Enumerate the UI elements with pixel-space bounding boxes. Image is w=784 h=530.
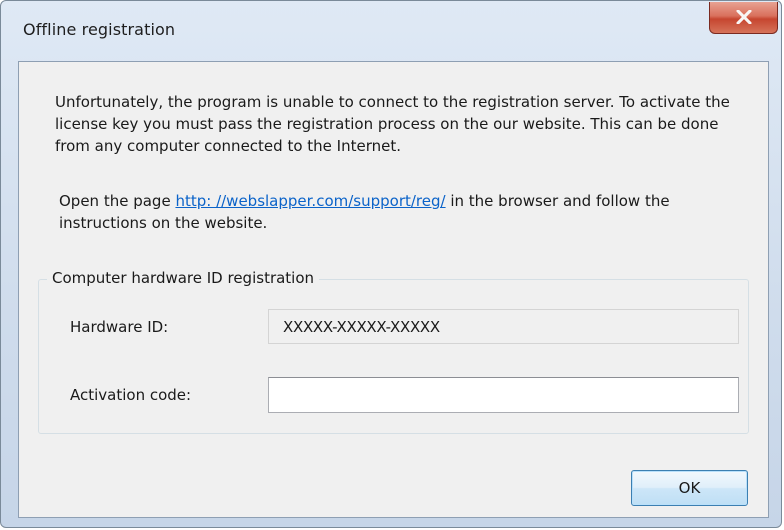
window-title: Offline registration [23, 20, 176, 39]
instructions-prefix: Open the page [59, 192, 176, 210]
activation-code-input[interactable] [268, 377, 739, 413]
hardware-id-value: XXXXX-XXXXX-XXXXX [283, 318, 440, 336]
hardware-id-field: XXXXX-XXXXX-XXXXX [268, 309, 739, 344]
groupbox-legend: Computer hardware ID registration [47, 269, 320, 287]
intro-message: Unfortunately, the program is unable to … [55, 93, 730, 155]
ok-button[interactable]: OK [631, 470, 748, 506]
registration-link[interactable]: http: //webslapper.com/support/reg/ [175, 192, 445, 210]
close-x-icon [736, 10, 752, 24]
title-bar[interactable]: Offline registration [1, 1, 781, 61]
hardware-id-label: Hardware ID: [70, 318, 169, 336]
activation-code-label: Activation code: [70, 386, 192, 404]
dialog-client-area: Unfortunately, the program is unable to … [18, 61, 769, 518]
instructions-message: Open the page http: //webslapper.com/sup… [59, 190, 739, 234]
close-button[interactable] [709, 2, 778, 34]
offline-registration-window: Offline registration Unfortunately, the … [0, 0, 782, 528]
